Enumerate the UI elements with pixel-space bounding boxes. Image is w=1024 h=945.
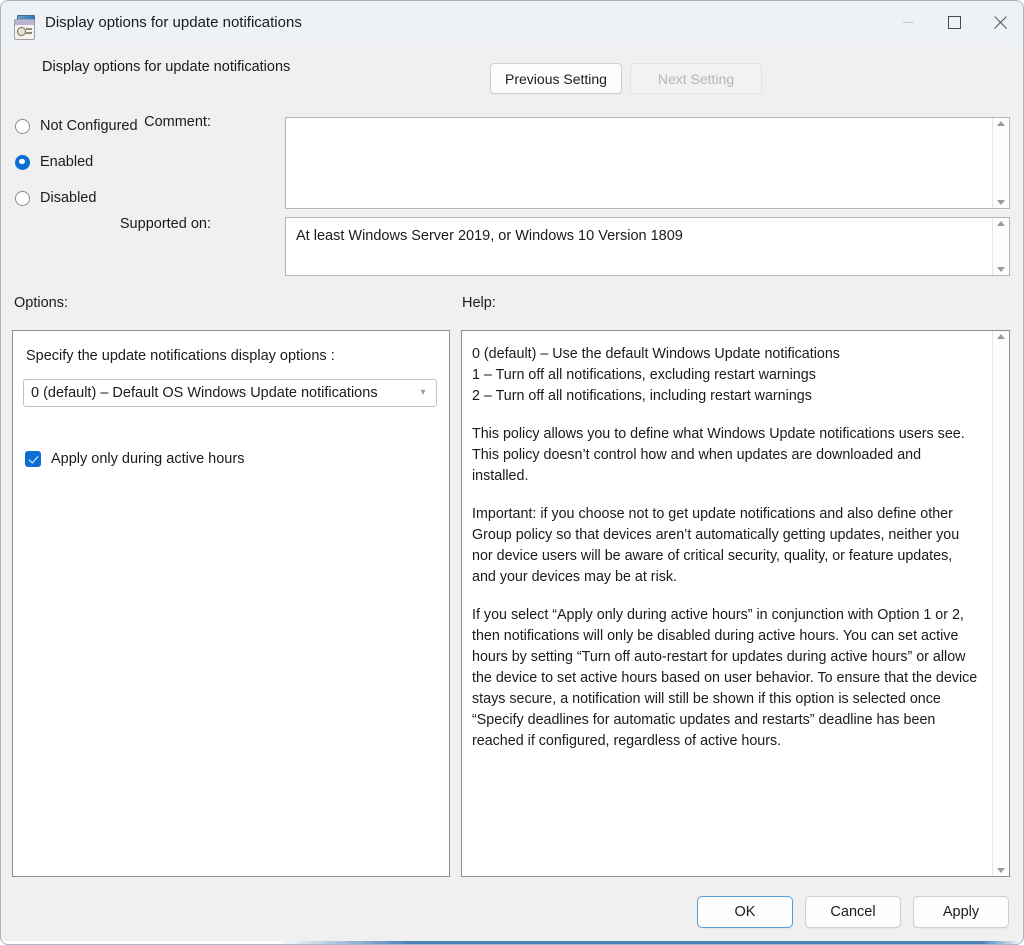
dialog-buttons: OK Cancel Apply (697, 896, 1009, 928)
comment-scrollbar[interactable] (992, 118, 1009, 208)
scroll-up-icon[interactable] (997, 121, 1005, 126)
scroll-up-icon[interactable] (997, 221, 1005, 226)
next-setting-button: Next Setting (630, 63, 762, 94)
scroll-up-icon[interactable] (997, 334, 1005, 339)
page-title: Display options for update notifications (42, 59, 290, 75)
help-text: 0 (default) – Use the default Windows Up… (462, 331, 992, 876)
notifications-display-dropdown[interactable]: 0 (default) – Default OS Windows Update … (23, 379, 437, 407)
policy-setting-icon (14, 19, 35, 40)
setting-navigation: Previous Setting Next Setting (490, 63, 762, 94)
help-value-line-1: 1 – Turn off all notifications, excludin… (472, 365, 978, 386)
comment-value[interactable] (286, 118, 992, 208)
chevron-down-icon: ▾ (410, 388, 436, 398)
radio-disabled-indicator (15, 191, 30, 206)
radio-disabled-label: Disabled (40, 190, 96, 206)
radio-enabled-label: Enabled (40, 154, 93, 170)
options-panel: Specify the update notifications display… (12, 330, 450, 877)
supported-on-scrollbar[interactable] (992, 218, 1009, 275)
supported-on-textbox: At least Windows Server 2019, or Windows… (285, 217, 1010, 276)
help-scrollbar[interactable] (992, 331, 1009, 876)
ok-button[interactable]: OK (697, 896, 793, 928)
title-bar: Display options for update notifications (1, 1, 1023, 44)
help-section-label: Help: (462, 295, 496, 311)
radio-disabled[interactable]: Disabled (15, 186, 175, 210)
policy-state-group: Not Configured Enabled Disabled (15, 114, 175, 222)
window-title: Display options for update notifications (45, 14, 302, 31)
help-paragraph-0: This policy allows you to define what Wi… (472, 424, 978, 487)
scroll-down-icon[interactable] (997, 868, 1005, 873)
active-hours-checkbox-row[interactable]: Apply only during active hours (25, 451, 244, 467)
maximize-icon[interactable] (931, 1, 977, 44)
help-panel: 0 (default) – Use the default Windows Up… (461, 330, 1010, 877)
minimize-icon[interactable] (885, 1, 931, 44)
window-caption-buttons (885, 1, 1023, 44)
window-bottom-accent (1, 941, 1023, 944)
supported-on-value: At least Windows Server 2019, or Windows… (286, 218, 992, 275)
group-policy-dialog: Display options for update notifications… (0, 0, 1024, 945)
help-paragraph-1: Important: if you choose not to get upda… (472, 504, 978, 588)
supported-on-label: Supported on: (101, 216, 211, 232)
scroll-down-icon[interactable] (997, 200, 1005, 205)
setting-label: Specify the update notifications display… (26, 348, 335, 364)
scroll-down-icon[interactable] (997, 267, 1005, 272)
comment-textbox[interactable] (285, 117, 1010, 209)
dropdown-selected-value: 0 (default) – Default OS Windows Update … (24, 385, 410, 401)
radio-enabled[interactable]: Enabled (15, 150, 175, 174)
help-value-line-2: 2 – Turn off all notifications, includin… (472, 386, 978, 407)
close-icon[interactable] (977, 1, 1023, 44)
radio-enabled-indicator (15, 155, 30, 170)
previous-setting-button[interactable]: Previous Setting (490, 63, 622, 94)
radio-not-configured-indicator (15, 119, 30, 134)
comment-label: Comment: (101, 114, 211, 130)
help-paragraph-2: If you select “Apply only during active … (472, 605, 978, 752)
active-hours-checkbox[interactable] (25, 451, 41, 467)
options-section-label: Options: (14, 295, 68, 311)
cancel-button[interactable]: Cancel (805, 896, 901, 928)
apply-button[interactable]: Apply (913, 896, 1009, 928)
help-value-line-0: 0 (default) – Use the default Windows Up… (472, 344, 978, 365)
active-hours-checkbox-label: Apply only during active hours (51, 451, 244, 467)
